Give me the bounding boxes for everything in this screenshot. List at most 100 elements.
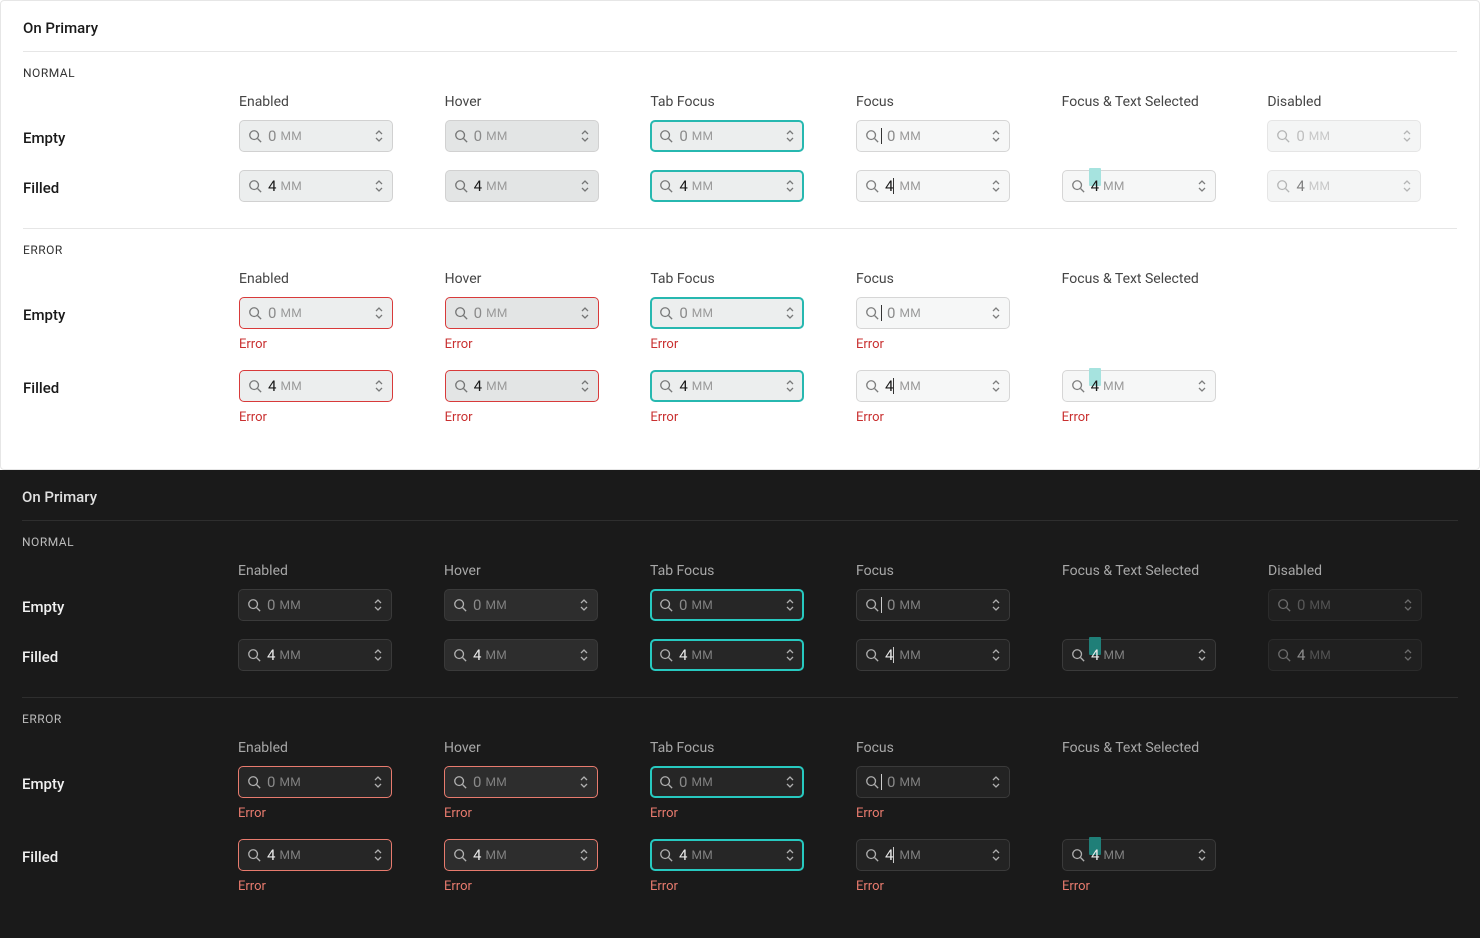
stepper-error-filled-hover[interactable]: 4MM — [444, 839, 598, 871]
search-icon — [1071, 179, 1085, 193]
stepper-filled-tabfocus[interactable]: 4MM — [650, 639, 804, 671]
search-icon — [865, 306, 879, 320]
stepper-arrows-icon[interactable] — [373, 847, 383, 863]
stepper-empty-focus[interactable]: 0MM — [856, 589, 1010, 621]
col-focus: Focus — [856, 94, 1046, 120]
section-normal-label: NORMAL — [22, 535, 1458, 549]
search-icon — [865, 179, 879, 193]
stepper-error-filled-focus[interactable]: 4 MM — [856, 370, 1010, 402]
stepper-arrows-icon[interactable] — [1197, 647, 1207, 663]
stepper-error-empty-hover[interactable]: 0MM — [445, 297, 599, 329]
stepper-arrows-icon[interactable] — [991, 847, 1001, 863]
stepper-filled-disabled: 4MM — [1268, 639, 1422, 671]
stepper-empty-hover[interactable]: 0 MM — [445, 120, 599, 152]
stepper-error-empty-focus[interactable]: 0MM — [856, 766, 1010, 798]
text-caret — [893, 178, 894, 194]
stepper-filled-enabled[interactable]: 4 MM — [239, 170, 393, 202]
search-icon — [248, 129, 262, 143]
stepper-arrows-icon[interactable] — [580, 305, 590, 321]
stepper-arrows-icon[interactable] — [991, 597, 1001, 613]
stepper-arrows-icon[interactable] — [785, 597, 795, 613]
search-icon — [454, 306, 468, 320]
stepper-error-filled-selected[interactable]: 4 MM — [1062, 370, 1216, 402]
stepper-arrows-icon[interactable] — [991, 128, 1001, 144]
stepper-filled-selected[interactable]: 4 MM — [1062, 170, 1216, 202]
stepper-arrows-icon[interactable] — [785, 378, 795, 394]
search-icon — [1071, 848, 1085, 862]
error-grid-dark: Enabled Hover Tab Focus Focus Focus & Te… — [22, 740, 1458, 912]
stepper-empty-tabfocus[interactable]: 0 MM — [650, 120, 804, 152]
stepper-filled-hover[interactable]: 4MM — [444, 639, 598, 671]
stepper-error-filled-focus[interactable]: 4 MM — [856, 839, 1010, 871]
stepper-arrows-icon[interactable] — [991, 305, 1001, 321]
stepper-arrows-icon[interactable] — [1197, 178, 1207, 194]
stepper-arrows-icon[interactable] — [991, 647, 1001, 663]
stepper-arrows-icon[interactable] — [1197, 378, 1207, 394]
search-icon — [659, 179, 673, 193]
search-icon — [865, 648, 879, 662]
stepper-filled-hover[interactable]: 4 MM — [445, 170, 599, 202]
stepper-arrows-icon[interactable] — [991, 178, 1001, 194]
stepper-error-filled-tabfocus[interactable]: 4MM — [650, 839, 804, 871]
stepper-arrows-icon[interactable] — [374, 378, 384, 394]
stepper-error-empty-hover[interactable]: 0MM — [444, 766, 598, 798]
stepper-empty-enabled[interactable]: 0 MM — [239, 120, 393, 152]
stepper-arrows-icon[interactable] — [785, 647, 795, 663]
stepper-arrows-icon[interactable] — [579, 847, 589, 863]
search-icon — [1071, 379, 1085, 393]
stepper-empty-disabled: 0 MM — [1267, 120, 1421, 152]
stepper-error-filled-enabled[interactable]: 4MM — [239, 370, 393, 402]
stepper-arrows-icon[interactable] — [579, 647, 589, 663]
stepper-empty-tabfocus[interactable]: 0MM — [650, 589, 804, 621]
stepper-filled-focus[interactable]: 4 MM — [856, 639, 1010, 671]
text-caret — [893, 378, 894, 394]
stepper-arrows-icon[interactable] — [579, 774, 589, 790]
stepper-arrows-icon[interactable] — [785, 128, 795, 144]
search-icon — [453, 848, 467, 862]
stepper-error-empty-tabfocus[interactable]: 0MM — [650, 297, 804, 329]
search-icon — [659, 848, 673, 862]
stepper-arrows-icon[interactable] — [373, 597, 383, 613]
stepper-filled-enabled[interactable]: 4MM — [238, 639, 392, 671]
stepper-empty-enabled[interactable]: 0MM — [238, 589, 392, 621]
stepper-empty-disabled: 0MM — [1268, 589, 1422, 621]
stepper-error-empty-tabfocus[interactable]: 0MM — [650, 766, 804, 798]
stepper-error-empty-focus[interactable]: 0MM — [856, 297, 1010, 329]
stepper-arrows-icon[interactable] — [579, 597, 589, 613]
stepper-arrows-icon[interactable] — [785, 178, 795, 194]
stepper-arrows-icon[interactable] — [373, 647, 383, 663]
stepper-arrows-icon[interactable] — [785, 774, 795, 790]
stepper-arrows-icon[interactable] — [373, 774, 383, 790]
normal-grid-dark: Enabled Hover Tab Focus Focus Focus & Te… — [22, 563, 1458, 689]
col-hover: Hover — [445, 94, 635, 120]
stepper-error-filled-enabled[interactable]: 4MM — [238, 839, 392, 871]
stepper-error-empty-enabled[interactable]: 0MM — [238, 766, 392, 798]
stepper-arrows-icon[interactable] — [374, 305, 384, 321]
stepper-arrows-icon[interactable] — [580, 178, 590, 194]
stepper-arrows-icon[interactable] — [785, 305, 795, 321]
stepper-error-empty-enabled[interactable]: 0MM — [239, 297, 393, 329]
stepper-arrows-icon — [1403, 647, 1413, 663]
stepper-filled-tabfocus[interactable]: 4 MM — [650, 170, 804, 202]
stepper-error-filled-selected[interactable]: 4 MM — [1062, 839, 1216, 871]
divider — [22, 697, 1458, 698]
stepper-arrows-icon[interactable] — [785, 847, 795, 863]
stepper-filled-focus[interactable]: 4 MM — [856, 170, 1010, 202]
stepper-arrows-icon[interactable] — [580, 378, 590, 394]
stepper-arrows-icon[interactable] — [991, 378, 1001, 394]
search-icon — [1071, 648, 1085, 662]
search-icon — [247, 598, 261, 612]
stepper-filled-selected[interactable]: 4 MM — [1062, 639, 1216, 671]
error-text: Error — [239, 337, 429, 352]
stepper-arrows-icon[interactable] — [374, 128, 384, 144]
section-error-label: ERROR — [22, 712, 1458, 726]
stepper-arrows-icon[interactable] — [374, 178, 384, 194]
stepper-arrows-icon[interactable] — [1197, 847, 1207, 863]
stepper-arrows-icon[interactable] — [580, 128, 590, 144]
stepper-arrows-icon[interactable] — [991, 774, 1001, 790]
stepper-empty-hover[interactable]: 0MM — [444, 589, 598, 621]
text-caret — [881, 128, 882, 144]
stepper-error-filled-tabfocus[interactable]: 4MM — [650, 370, 804, 402]
stepper-error-filled-hover[interactable]: 4MM — [445, 370, 599, 402]
stepper-empty-focus[interactable]: 0 MM — [856, 120, 1010, 152]
